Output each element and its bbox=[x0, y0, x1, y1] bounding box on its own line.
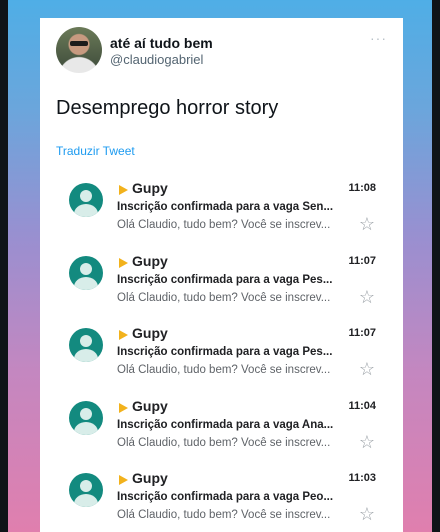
star-icon[interactable]: ☆ bbox=[359, 505, 375, 523]
email-snippet: Olá Claudio, tudo bem? Você se inscrev..… bbox=[117, 364, 331, 376]
star-icon[interactable]: ☆ bbox=[359, 360, 375, 378]
star-icon[interactable]: ☆ bbox=[359, 288, 375, 306]
gupy-logo-icon bbox=[119, 185, 128, 195]
email-subject: Inscrição confirmada para a vaga Ana... bbox=[117, 419, 334, 431]
email-subject: Inscrição confirmada para a vaga Pes... bbox=[117, 346, 333, 358]
display-name[interactable]: até aí tudo bem bbox=[110, 35, 213, 51]
more-options-icon[interactable]: ··· bbox=[370, 30, 387, 46]
gupy-logo-icon bbox=[119, 258, 128, 268]
email-snippet: Olá Claudio, tudo bem? Você se inscrev..… bbox=[117, 219, 331, 231]
email-row[interactable]: Gupy 11:08 Inscrição confirmada para a v… bbox=[40, 178, 403, 238]
translate-tweet-link[interactable]: Traduzir Tweet bbox=[56, 144, 135, 158]
email-subject: Inscrição confirmada para a vaga Peo... bbox=[117, 491, 334, 503]
email-snippet: Olá Claudio, tudo bem? Você se inscrev..… bbox=[117, 509, 331, 521]
sender-avatar-icon bbox=[69, 328, 103, 362]
gupy-logo-icon bbox=[119, 475, 128, 485]
gupy-logo-icon bbox=[119, 403, 128, 413]
email-subject: Inscrição confirmada para a vaga Sen... bbox=[117, 201, 334, 213]
email-row[interactable]: Gupy 11:03 Inscrição confirmada para a v… bbox=[40, 468, 403, 528]
email-snippet: Olá Claudio, tudo bem? Você se inscrev..… bbox=[117, 437, 331, 449]
avatar-glasses bbox=[70, 41, 88, 46]
email-time: 11:03 bbox=[348, 472, 376, 484]
avatar-head bbox=[80, 335, 92, 347]
avatar-head bbox=[80, 480, 92, 492]
sender-avatar-icon bbox=[69, 401, 103, 435]
avatar-shoulders bbox=[74, 277, 98, 290]
email-sender: Gupy bbox=[132, 398, 168, 414]
email-time: 11:07 bbox=[348, 327, 376, 339]
avatar-shoulders bbox=[74, 204, 98, 217]
avatar-head bbox=[80, 263, 92, 275]
avatar-head bbox=[80, 190, 92, 202]
email-time: 11:08 bbox=[348, 182, 376, 194]
avatar-shoulders bbox=[74, 349, 98, 362]
tweet-text: Desemprego horror story bbox=[56, 97, 279, 119]
sender-avatar-icon bbox=[69, 256, 103, 290]
email-sender: Gupy bbox=[132, 180, 168, 196]
star-icon[interactable]: ☆ bbox=[359, 215, 375, 233]
avatar-shoulders bbox=[74, 422, 98, 435]
sender-avatar-icon bbox=[69, 473, 103, 507]
email-sender: Gupy bbox=[132, 470, 168, 486]
sender-avatar-icon bbox=[69, 183, 103, 217]
email-row[interactable]: Gupy 11:07 Inscrição confirmada para a v… bbox=[40, 251, 403, 311]
user-handle[interactable]: @claudiogabriel bbox=[110, 52, 203, 67]
avatar-head bbox=[80, 408, 92, 420]
email-time: 11:04 bbox=[348, 400, 376, 412]
email-sender: Gupy bbox=[132, 325, 168, 341]
email-sender: Gupy bbox=[132, 253, 168, 269]
email-row[interactable]: Gupy 11:04 Inscrição confirmada para a v… bbox=[40, 396, 403, 456]
gupy-logo-icon bbox=[119, 330, 128, 340]
email-snippet: Olá Claudio, tudo bem? Você se inscrev..… bbox=[117, 292, 331, 304]
profile-avatar[interactable] bbox=[56, 27, 102, 73]
star-icon[interactable]: ☆ bbox=[359, 433, 375, 451]
avatar-shoulders bbox=[74, 494, 98, 507]
email-time: 11:07 bbox=[348, 255, 376, 267]
email-row[interactable]: Gupy 11:07 Inscrição confirmada para a v… bbox=[40, 323, 403, 383]
tweet-card: até aí tudo bem @claudiogabriel ··· Dese… bbox=[40, 18, 403, 532]
email-subject: Inscrição confirmada para a vaga Pes... bbox=[117, 274, 333, 286]
